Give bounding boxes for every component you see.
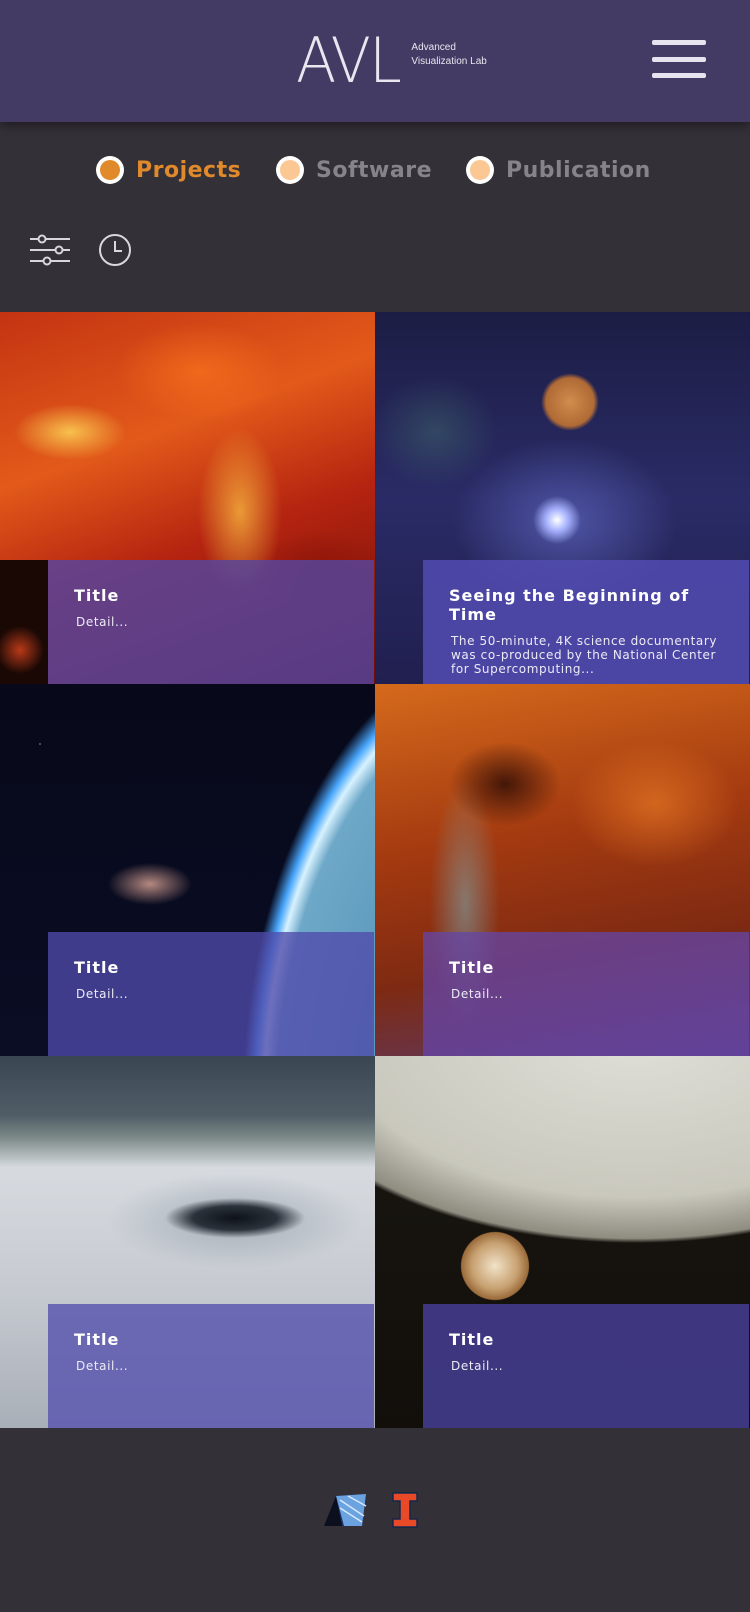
radio-selected-icon[interactable] — [96, 156, 124, 184]
project-detail: Detail... — [451, 987, 504, 1001]
radio-unselected-icon[interactable] — [466, 156, 494, 184]
project-caption: Title Detail... — [423, 932, 749, 1056]
project-thumbnail-edge — [0, 560, 48, 684]
project-caption: Title Detail... — [423, 1304, 749, 1428]
project-title: Title — [74, 586, 120, 605]
project-detail: The 50-minute, 4K science documentary wa… — [451, 634, 718, 676]
project-caption: Title Detail... — [48, 560, 374, 684]
category-tabs: Projects Software Publication — [0, 150, 750, 190]
tab-label: Publication — [506, 157, 651, 183]
radio-unselected-icon[interactable] — [276, 156, 304, 184]
project-card[interactable]: Title Detail... — [375, 684, 750, 1056]
project-title: Seeing the Beginning of Time — [449, 586, 690, 624]
menu-bar — [652, 56, 706, 62]
project-card[interactable]: Title Detail... — [0, 684, 375, 1056]
tab-publication[interactable]: Publication — [466, 150, 651, 190]
tab-label: Software — [316, 157, 432, 183]
project-caption: Title Detail... — [48, 1304, 374, 1428]
tab-label: Projects — [136, 157, 242, 183]
project-title: Title — [74, 1330, 120, 1349]
menu-bar — [652, 73, 706, 78]
logo-subtitle-line2: Visualization Lab — [411, 56, 487, 67]
project-detail: Detail... — [76, 615, 129, 629]
illinois-block-i-logo[interactable] — [392, 1492, 418, 1528]
menu-bar — [652, 40, 706, 45]
logo-text: AVL — [296, 24, 402, 97]
project-caption: Seeing the Beginning of Time The 50-minu… — [423, 560, 749, 684]
project-card[interactable]: Title Detail... — [375, 1056, 750, 1428]
project-card[interactable]: Seeing the Beginning of Time The 50-minu… — [375, 312, 750, 684]
project-title: Title — [449, 1330, 495, 1349]
blue-waters-logo[interactable] — [322, 1492, 368, 1528]
clock-icon[interactable] — [98, 233, 132, 267]
project-detail: Detail... — [76, 1359, 129, 1373]
hamburger-menu-icon[interactable] — [652, 40, 706, 78]
sliders-filter-icon[interactable] — [30, 234, 70, 266]
tab-projects[interactable]: Projects — [96, 150, 241, 190]
avl-logo[interactable]: AVL Advanced Visualization Lab — [296, 26, 487, 96]
project-title: Title — [449, 958, 495, 977]
tab-software[interactable]: Software — [276, 150, 432, 190]
project-card[interactable]: Title Detail... — [0, 1056, 375, 1428]
logo-subtitle-line1: Advanced — [411, 42, 456, 53]
project-title: Title — [74, 958, 120, 977]
footer-logos — [322, 1490, 418, 1530]
site-header: AVL Advanced Visualization Lab — [0, 0, 750, 122]
project-detail: Detail... — [451, 1359, 504, 1373]
logo-subtitle: Advanced Visualization Lab — [411, 41, 486, 69]
project-detail: Detail... — [76, 987, 129, 1001]
toolbar — [30, 232, 132, 268]
project-caption: Title Detail... — [48, 932, 374, 1056]
project-card[interactable]: Title Detail... — [0, 312, 375, 684]
